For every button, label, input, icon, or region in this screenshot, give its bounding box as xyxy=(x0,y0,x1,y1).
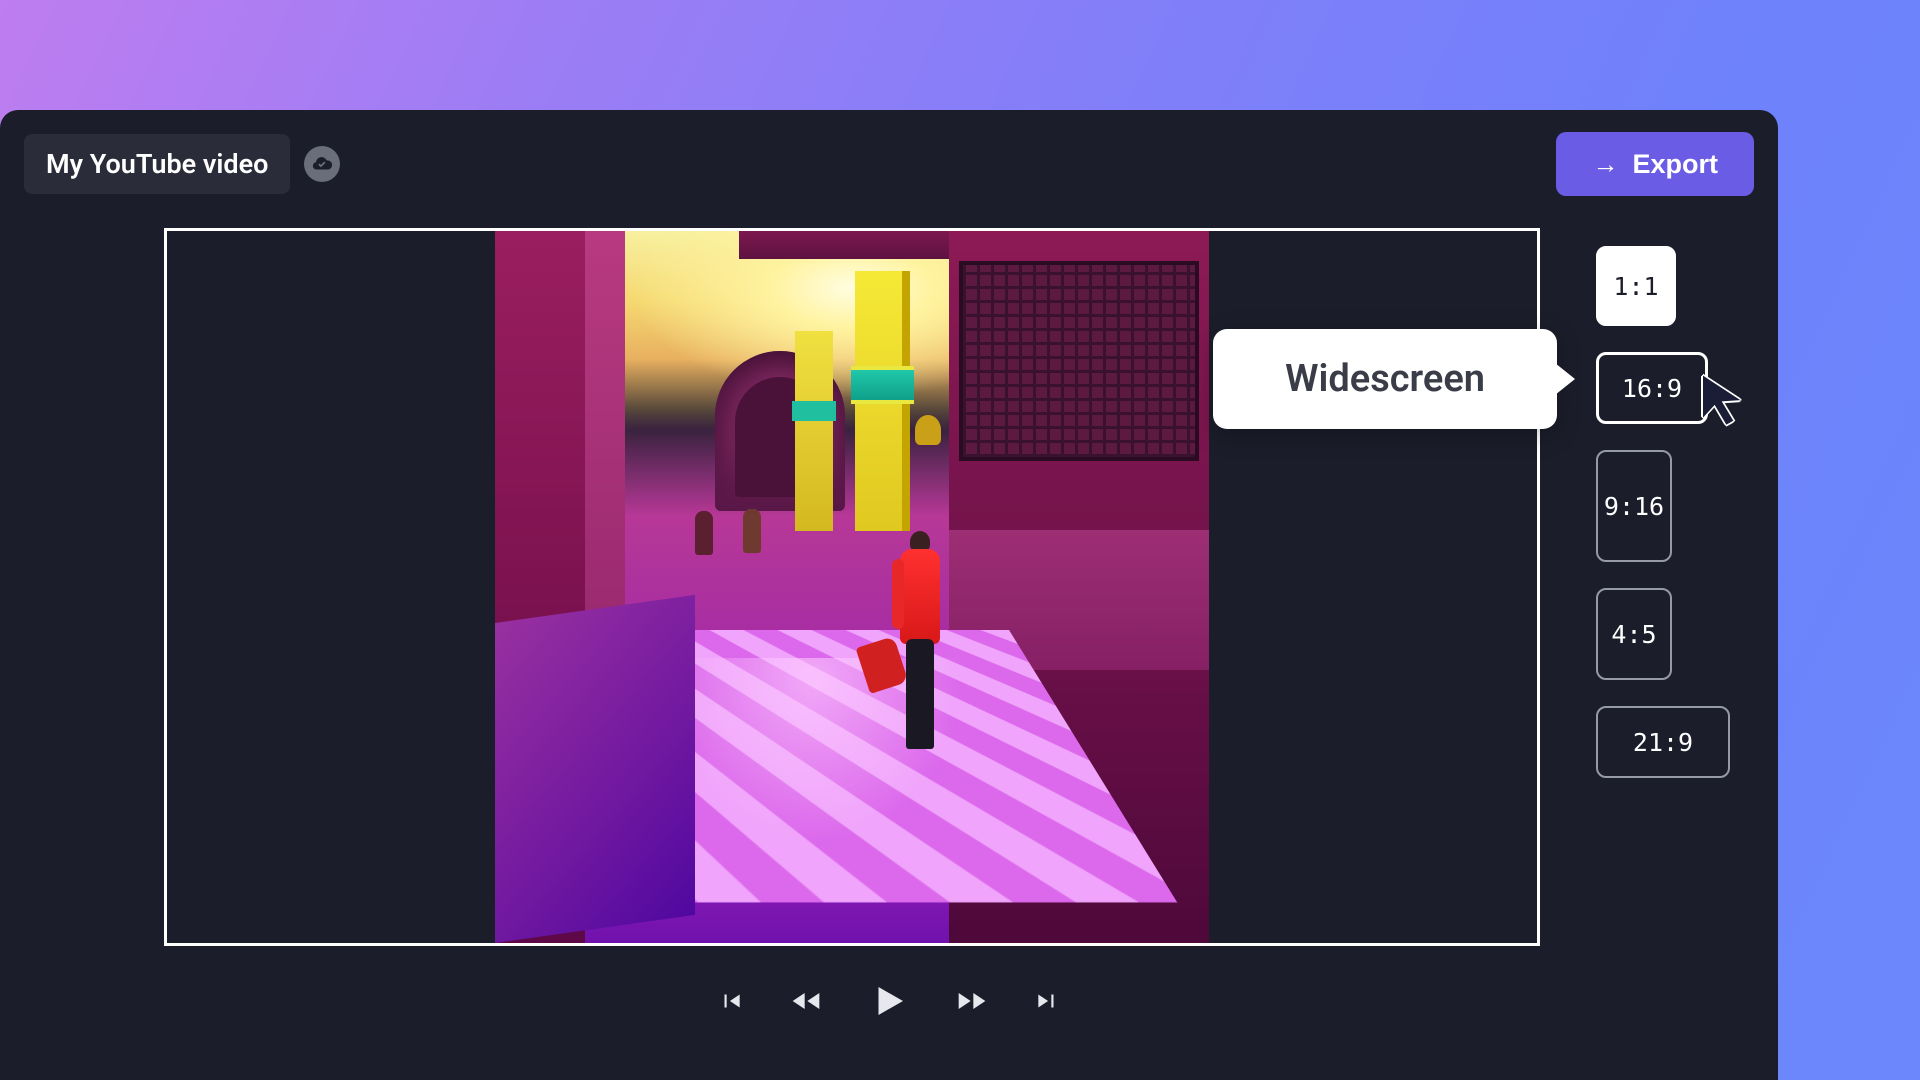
play-button[interactable] xyxy=(868,980,910,1022)
video-canvas[interactable]: Widescreen xyxy=(164,228,1540,946)
forward-icon xyxy=(956,985,988,1017)
skip-start-button[interactable] xyxy=(718,988,744,1014)
aspect-ratio-panel: 1:1 16:9 9:16 4:5 21:9 xyxy=(1596,228,1730,778)
cloud-sync-icon xyxy=(304,146,340,182)
header: My YouTube video → Export xyxy=(24,130,1754,198)
project-title[interactable]: My YouTube video xyxy=(24,134,290,194)
rewind-icon xyxy=(790,985,822,1017)
editor-app-window: My YouTube video → Export xyxy=(0,110,1778,1080)
video-frame-image xyxy=(495,231,1209,943)
aspect-ratio-16-9[interactable]: 16:9 xyxy=(1596,352,1708,424)
aspect-ratio-tooltip: Widescreen xyxy=(1213,329,1557,429)
skip-start-icon xyxy=(718,988,744,1014)
aspect-ratio-9-16[interactable]: 9:16 xyxy=(1596,450,1672,562)
rewind-button[interactable] xyxy=(790,985,822,1017)
aspect-ratio-4-5[interactable]: 4:5 xyxy=(1596,588,1672,680)
play-icon xyxy=(868,980,910,1022)
export-button[interactable]: → Export xyxy=(1556,132,1754,196)
aspect-ratio-21-9[interactable]: 21:9 xyxy=(1596,706,1730,778)
export-button-label: Export xyxy=(1632,149,1718,180)
forward-button[interactable] xyxy=(956,985,988,1017)
aspect-ratio-1-1[interactable]: 1:1 xyxy=(1596,246,1676,326)
skip-end-button[interactable] xyxy=(1034,988,1060,1014)
skip-end-icon xyxy=(1034,988,1060,1014)
playback-controls xyxy=(24,980,1754,1022)
arrow-right-icon: → xyxy=(1592,149,1618,180)
